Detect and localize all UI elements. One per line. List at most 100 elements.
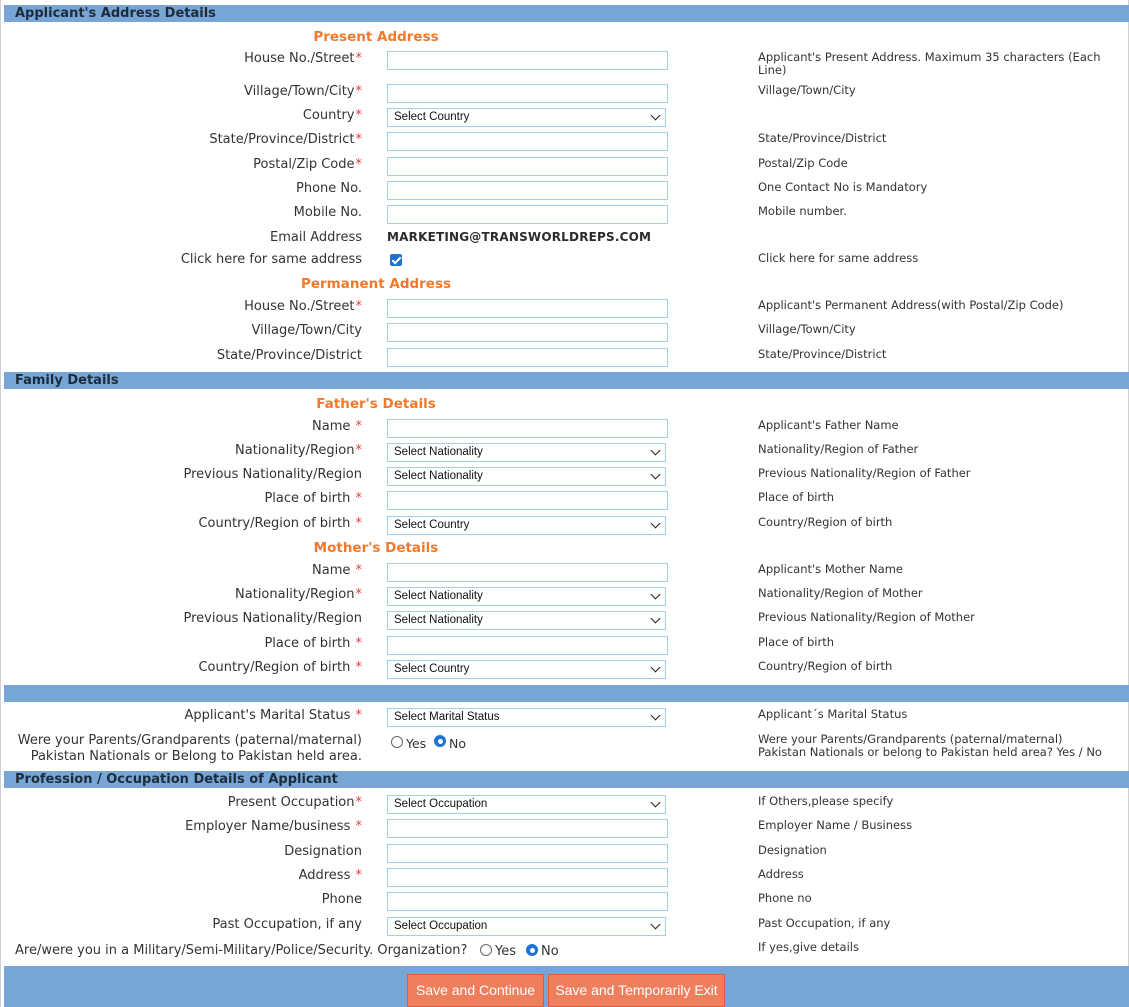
past-occupation-hint: Past Occupation, if any [758, 916, 891, 930]
father-place-of-birth-hint: Place of birth [758, 490, 834, 504]
father-prev-nationality-select[interactable]: Select Nationality [387, 467, 666, 486]
father-prev-nationality-selected: Select Nationality [394, 470, 483, 482]
father-country-of-birth-selected: Select Country [394, 519, 470, 531]
father-nationality-selected: Select Nationality [394, 446, 483, 458]
present-occupation-hint: If Others,please specify [758, 794, 894, 808]
present-occupation-label: Present Occupation* [227, 795, 362, 810]
mother-country-of-birth-hint: Country/Region of birth [758, 659, 893, 673]
permanent-state-input[interactable] [387, 348, 668, 367]
parents-pakistan-label: Were your Parents/Grandparents (paternal… [17, 733, 362, 764]
mother-prev-nationality-select[interactable]: Select Nationality [387, 611, 666, 630]
profession-section-title: Profession / Occupation Details of Appli… [15, 772, 338, 787]
father-country-of-birth-select[interactable]: Select Country [387, 516, 666, 535]
present-postal-input[interactable] [387, 157, 668, 176]
past-occupation-select[interactable]: Select Occupation [387, 917, 666, 936]
mother-place-of-birth-input[interactable] [387, 636, 668, 655]
permanent-village-city-input[interactable] [387, 323, 668, 342]
present-village-city-input[interactable] [387, 84, 668, 103]
military-hint: If yes,give details [758, 940, 859, 954]
father-place-of-birth-input[interactable] [387, 491, 668, 510]
past-occupation-label: Past Occupation, if any [212, 917, 362, 932]
occupation-phone-hint: Phone no [758, 891, 812, 905]
mother-nationality-hint: Nationality/Region of Mother [758, 586, 923, 600]
present-occupation-selected: Select Occupation [394, 798, 488, 810]
permanent-address-heading: Permanent Address [300, 276, 452, 292]
mother-prev-nationality-selected: Select Nationality [394, 614, 483, 626]
present-occupation-select[interactable]: Select Occupation [387, 795, 666, 814]
present-house-street-hint: Applicant's Present Address. Maximum 35 … [758, 50, 1101, 77]
father-name-label: Name * [312, 419, 362, 434]
mother-place-of-birth-label: Place of birth * [264, 636, 362, 651]
parents-pakistan-yes-label: Yes [406, 736, 427, 751]
present-village-city-hint: Village/Town/City [758, 83, 856, 97]
mother-prev-nationality-hint: Previous Nationality/Region of Mother [758, 610, 975, 624]
address-section-band: Applicant's Address Details [4, 5, 1129, 22]
family-section-band: Family Details [4, 372, 1129, 389]
military-no-radio[interactable] [526, 944, 538, 956]
father-prev-nationality-hint: Previous Nationality/Region of Father [758, 466, 971, 480]
profession-section-band: Profession / Occupation Details of Appli… [4, 771, 1129, 788]
permanent-house-street-label: House No./Street* [244, 299, 362, 314]
father-nationality-select[interactable]: Select Nationality [387, 443, 666, 462]
present-address-heading: Present Address [313, 29, 439, 45]
chevron-down-icon [650, 518, 661, 529]
present-phone-label: Phone No. [296, 181, 362, 196]
permanent-state-label: State/Province/District [216, 348, 362, 363]
mother-nationality-selected: Select Nationality [394, 590, 483, 602]
mother-name-input[interactable] [387, 563, 668, 582]
mother-nationality-select[interactable]: Select Nationality [387, 587, 666, 606]
marital-status-hint: Applicant´s Marital Status [758, 707, 908, 721]
present-mobile-input[interactable] [387, 205, 668, 224]
parents-pakistan-hint: Were your Parents/Grandparents (paternal… [758, 732, 1102, 759]
occupation-phone-input[interactable] [387, 892, 668, 911]
father-nationality-label: Nationality/Region* [235, 443, 362, 458]
past-occupation-selected: Select Occupation [394, 920, 488, 932]
present-house-street-input[interactable] [387, 51, 668, 70]
military-yes-radio[interactable] [480, 944, 492, 956]
chevron-down-icon [650, 797, 661, 808]
marital-status-select[interactable]: Select Marital Status [387, 708, 666, 727]
employer-label: Employer Name/business * [185, 819, 362, 834]
present-state-input[interactable] [387, 132, 668, 151]
designation-input[interactable] [387, 844, 668, 863]
parents-pakistan-no-radio[interactable] [434, 735, 446, 747]
present-house-street-label: House No./Street* [244, 51, 362, 66]
mother-prev-nationality-label: Previous Nationality/Region [183, 611, 362, 626]
mother-country-of-birth-label: Country/Region of birth * [198, 660, 362, 675]
mother-nationality-label: Nationality/Region* [235, 587, 362, 602]
present-country-select[interactable]: Select Country [387, 108, 666, 127]
marital-status-selected: Select Marital Status [394, 711, 500, 723]
permanent-house-street-hint: Applicant's Permanent Address(with Posta… [758, 298, 1064, 312]
present-postal-hint: Postal/Zip Code [758, 156, 848, 170]
father-prev-nationality-label: Previous Nationality/Region [183, 467, 362, 482]
parents-pakistan-yes-radio[interactable] [391, 736, 403, 748]
father-place-of-birth-label: Place of birth * [264, 491, 362, 506]
employer-input[interactable] [387, 819, 668, 838]
occupation-phone-label: Phone [321, 892, 362, 907]
present-state-hint: State/Province/District [758, 131, 887, 145]
save-and-continue-button[interactable]: Save and Continue [407, 974, 544, 1007]
save-and-exit-button[interactable]: Save and Temporarily Exit [548, 974, 725, 1007]
designation-hint: Designation [758, 843, 827, 857]
visa-application-form: Applicant's Address Details Present Addr… [0, 0, 1129, 1007]
mother-place-of-birth-hint: Place of birth [758, 635, 834, 649]
present-phone-input[interactable] [387, 181, 668, 200]
present-postal-label: Postal/Zip Code* [253, 157, 362, 172]
same-address-checkbox[interactable] [390, 254, 402, 266]
father-name-input[interactable] [387, 419, 668, 438]
chevron-down-icon [650, 469, 661, 480]
occupation-address-label: Address * [298, 868, 362, 883]
chevron-down-icon [650, 662, 661, 673]
occupation-address-hint: Address [758, 867, 804, 881]
permanent-house-street-input[interactable] [387, 299, 668, 318]
chevron-down-icon [650, 589, 661, 600]
present-country-selected: Select Country [394, 111, 470, 123]
chevron-down-icon [650, 919, 661, 930]
mother-country-of-birth-select[interactable]: Select Country [387, 660, 666, 679]
mother-name-hint: Applicant's Mother Name [758, 562, 903, 576]
father-name-hint: Applicant's Father Name [758, 418, 899, 432]
occupation-address-input[interactable] [387, 868, 668, 887]
military-yes-label: Yes [495, 944, 516, 959]
employer-hint: Employer Name / Business [758, 818, 913, 832]
email-label: Email Address [270, 230, 362, 245]
